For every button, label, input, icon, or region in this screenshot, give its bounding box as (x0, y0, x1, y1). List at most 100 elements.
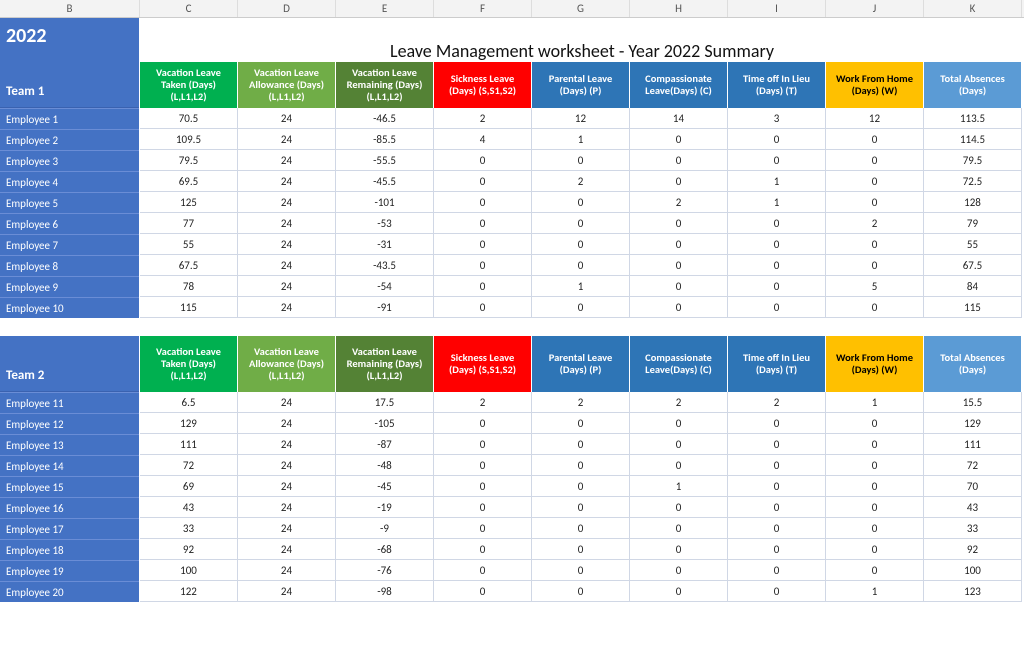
cell[interactable]: -54 (336, 276, 434, 297)
column-header[interactable]: Vacation Leave Allowance (Days) (L,L1,L2… (238, 62, 336, 108)
cell[interactable]: 0 (630, 413, 728, 434)
cell[interactable]: 2 (630, 192, 728, 213)
employee-name[interactable]: Employee 19 (0, 560, 139, 581)
employee-name[interactable]: Employee 3 (0, 150, 139, 171)
column-letter[interactable]: C (140, 0, 238, 17)
cell[interactable]: 24 (238, 192, 336, 213)
employee-name[interactable]: Employee 15 (0, 476, 139, 497)
cell[interactable]: 111 (140, 434, 238, 455)
column-letter[interactable]: J (826, 0, 924, 17)
employee-name[interactable]: Employee 14 (0, 455, 139, 476)
cell[interactable]: 6.5 (140, 392, 238, 413)
cell[interactable]: 24 (238, 518, 336, 539)
cell[interactable]: 70 (924, 476, 1022, 497)
cell[interactable]: 0 (728, 413, 826, 434)
cell[interactable]: 129 (140, 413, 238, 434)
cell[interactable]: -53 (336, 213, 434, 234)
cell[interactable]: 125 (140, 192, 238, 213)
cell[interactable]: 114.5 (924, 129, 1022, 150)
cell[interactable]: 24 (238, 255, 336, 276)
cell[interactable]: 0 (532, 255, 630, 276)
cell[interactable]: 77 (140, 213, 238, 234)
cell[interactable]: 1 (728, 171, 826, 192)
cell[interactable]: 0 (630, 213, 728, 234)
cell[interactable]: 115 (924, 297, 1022, 318)
employee-name[interactable]: Employee 1 (0, 108, 139, 129)
cell[interactable]: 0 (826, 434, 924, 455)
cell[interactable]: 24 (238, 497, 336, 518)
cell[interactable]: 0 (826, 255, 924, 276)
cell[interactable]: 0 (826, 455, 924, 476)
column-header[interactable]: Sickness Leave (Days) (S,S1,S2) (434, 62, 532, 108)
cell[interactable]: 0 (728, 476, 826, 497)
cell[interactable]: 122 (140, 581, 238, 602)
cell[interactable]: 0 (728, 518, 826, 539)
cell[interactable]: 33 (140, 518, 238, 539)
cell[interactable]: 0 (630, 518, 728, 539)
cell[interactable]: 0 (434, 476, 532, 497)
cell[interactable]: 2 (826, 213, 924, 234)
employee-name[interactable]: Employee 18 (0, 539, 139, 560)
cell[interactable]: 1 (532, 276, 630, 297)
column-letter[interactable]: I (728, 0, 826, 17)
column-header[interactable]: Parental Leave (Days) (P) (532, 62, 630, 108)
cell[interactable]: 100 (140, 560, 238, 581)
column-letter[interactable]: H (630, 0, 728, 17)
column-header[interactable]: Compassionate Leave(Days) (C) (630, 336, 728, 392)
column-header[interactable]: Vacation Leave Remaining (Days) (L,L1,L2… (336, 62, 434, 108)
column-header[interactable]: Vacation Leave Allowance (Days) (L,L1,L2… (238, 336, 336, 392)
cell[interactable]: 24 (238, 234, 336, 255)
cell[interactable]: 79 (924, 213, 1022, 234)
column-header[interactable]: Time off In Lieu (Days) (T) (728, 336, 826, 392)
cell[interactable]: 0 (630, 234, 728, 255)
cell[interactable]: 0 (826, 413, 924, 434)
column-letter[interactable]: E (336, 0, 434, 17)
cell[interactable]: 24 (238, 276, 336, 297)
employee-name[interactable]: Employee 7 (0, 234, 139, 255)
cell[interactable]: 0 (434, 434, 532, 455)
cell[interactable]: 15.5 (924, 392, 1022, 413)
cell[interactable]: 0 (630, 581, 728, 602)
employee-name[interactable]: Employee 13 (0, 434, 139, 455)
cell[interactable]: 24 (238, 213, 336, 234)
cell[interactable]: 24 (238, 560, 336, 581)
column-letter[interactable]: F (434, 0, 532, 17)
cell[interactable]: 2 (532, 171, 630, 192)
cell[interactable]: 0 (532, 192, 630, 213)
cell[interactable]: 72.5 (924, 171, 1022, 192)
cell[interactable]: 14 (630, 108, 728, 129)
cell[interactable]: -19 (336, 497, 434, 518)
cell[interactable]: 0 (630, 560, 728, 581)
cell[interactable]: 128 (924, 192, 1022, 213)
cell[interactable]: 5 (826, 276, 924, 297)
cell[interactable]: 0 (434, 297, 532, 318)
cell[interactable]: 0 (728, 234, 826, 255)
cell[interactable]: 24 (238, 392, 336, 413)
cell[interactable]: 2 (630, 392, 728, 413)
column-letter[interactable]: K (924, 0, 1022, 17)
cell[interactable]: 0 (728, 539, 826, 560)
cell[interactable]: 0 (434, 150, 532, 171)
cell[interactable]: -98 (336, 581, 434, 602)
cell[interactable]: 79.5 (924, 150, 1022, 171)
cell[interactable]: 92 (140, 539, 238, 560)
cell[interactable]: 0 (630, 497, 728, 518)
employee-name[interactable]: Employee 2 (0, 129, 139, 150)
cell[interactable]: 0 (532, 581, 630, 602)
cell[interactable]: 0 (434, 581, 532, 602)
cell[interactable]: 0 (630, 539, 728, 560)
cell[interactable]: 12 (826, 108, 924, 129)
cell[interactable]: 0 (728, 434, 826, 455)
employee-name[interactable]: Employee 10 (0, 297, 139, 318)
column-header[interactable]: Time off In Lieu (Days) (T) (728, 62, 826, 108)
cell[interactable]: 109.5 (140, 129, 238, 150)
cell[interactable]: 0 (728, 497, 826, 518)
cell[interactable]: 0 (434, 560, 532, 581)
cell[interactable]: 55 (140, 234, 238, 255)
cell[interactable]: 0 (630, 276, 728, 297)
column-header[interactable]: Sickness Leave (Days) (S,S1,S2) (434, 336, 532, 392)
employee-name[interactable]: Employee 20 (0, 581, 139, 602)
column-letter[interactable]: B (0, 0, 140, 17)
cell[interactable]: -43.5 (336, 255, 434, 276)
cell[interactable]: 0 (532, 213, 630, 234)
